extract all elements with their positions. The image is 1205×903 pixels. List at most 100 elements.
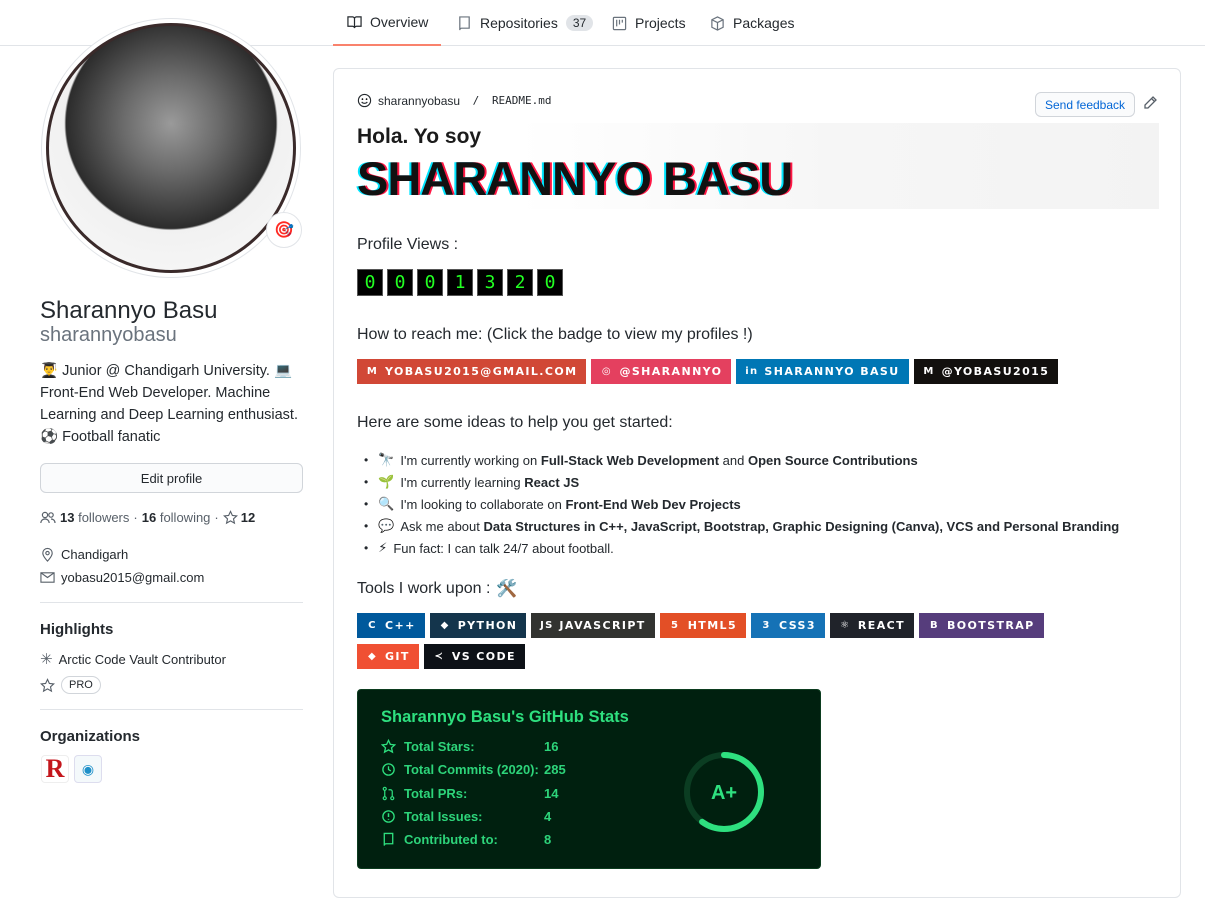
- badge-javascript[interactable]: JS JAVASCRIPT: [531, 613, 655, 638]
- tab-overview[interactable]: Overview: [333, 0, 441, 46]
- badge-vs-code[interactable]: ≺ VS CODE: [423, 644, 525, 669]
- profile-login: sharannyobasu: [40, 324, 177, 346]
- idea-emoji-icon: 🔭: [378, 452, 395, 467]
- send-feedback-button[interactable]: Send feedback: [1035, 92, 1135, 117]
- profile-views-counter: 0001320: [357, 269, 563, 296]
- tab-label: Packages: [733, 15, 795, 31]
- badge-logo-icon: 5: [671, 620, 680, 631]
- email: yobasu2015@gmail.com: [40, 570, 204, 585]
- badge-logo-icon: JS: [540, 620, 554, 631]
- edit-profile-button[interactable]: Edit profile: [40, 463, 303, 493]
- idea-bold: Full-Stack Web Development: [540, 452, 720, 468]
- location: Chandigarh: [40, 547, 128, 562]
- org-logo-opensource[interactable]: ◉: [74, 755, 102, 783]
- followers-label: followers: [78, 510, 130, 525]
- stats-title: Sharannyo Basu's GitHub Stats: [381, 708, 629, 726]
- badge-logo-icon: B: [929, 620, 939, 631]
- stat-row: Total Stars: 16: [381, 739, 558, 754]
- issue-icon: [382, 810, 395, 823]
- followers-link[interactable]: 13 followers: [60, 510, 129, 525]
- tab-label: Projects: [635, 15, 686, 31]
- stat-label-text: Contributed to:: [404, 832, 498, 848]
- badge-logo-icon: M: [366, 366, 379, 377]
- idea-emoji-icon: 🔍: [378, 496, 395, 511]
- location-text: Chandigarh: [61, 547, 129, 562]
- pro-badge: PRO: [61, 676, 101, 694]
- highlight-vault: ✳ Arctic Code Vault Contributor: [40, 650, 226, 668]
- grade-ring: A+: [684, 752, 764, 832]
- status-emoji[interactable]: 🎯: [266, 212, 302, 248]
- view-digit: 1: [447, 269, 473, 296]
- idea-text: Fun fact: I can talk 24/7 about football…: [393, 540, 614, 556]
- stat-row: Total Issues: 4: [381, 809, 551, 824]
- badge-label: @YOBASU2015: [941, 365, 1050, 378]
- package-icon: [711, 15, 724, 31]
- following-label: following: [159, 510, 211, 525]
- view-digit: 0: [357, 269, 383, 296]
- badge-label: @SHARANNYO: [619, 365, 723, 378]
- tab-packages[interactable]: Packages: [710, 0, 794, 46]
- badge-label: VS CODE: [451, 650, 516, 663]
- tab-label: Overview: [370, 14, 429, 30]
- stat-label-text: Total PRs:: [404, 785, 468, 801]
- email-link[interactable]: yobasu2015@gmail.com: [61, 570, 204, 585]
- stat-row: Contributed to: 8: [381, 832, 551, 847]
- badge-logo-icon: ◆: [367, 651, 378, 662]
- view-digit: 2: [507, 269, 533, 296]
- repo-count-badge: 37: [565, 15, 594, 31]
- hero-name: SHARANNYO BASU: [357, 152, 793, 205]
- badge-sharannyo[interactable]: ◎ @SHARANNYO: [591, 359, 732, 384]
- stat-value: 16: [544, 739, 559, 754]
- badge-logo-icon: in: [745, 366, 759, 377]
- stat-value: 4: [544, 808, 552, 824]
- highlight-pro: PRO: [40, 676, 101, 694]
- star-icon: [40, 677, 55, 692]
- tab-projects[interactable]: Projects: [612, 0, 686, 46]
- badge-sharannyo-basu[interactable]: in SHARANNYO BASU: [736, 359, 909, 384]
- bio-line: Front-End Web Developer. Machine: [40, 385, 271, 401]
- vault-link[interactable]: Arctic Code Vault Contributor: [59, 652, 226, 667]
- view-digit: 0: [537, 269, 563, 296]
- badge-yobasu2015-gmail-com[interactable]: M YOBASU2015@GMAIL.COM: [357, 359, 587, 384]
- organizations-heading: Organizations: [40, 728, 141, 745]
- badge-git[interactable]: ◆ GIT: [357, 644, 419, 669]
- badge-logo-icon: ◆: [440, 620, 450, 631]
- tab-repositories[interactable]: Repositories 37: [457, 0, 594, 46]
- tools-label: Tools I work upon :: [357, 580, 491, 597]
- stat-value: 14: [544, 785, 559, 801]
- badge-c[interactable]: C C++: [357, 613, 425, 638]
- idea-bold: Front-End Web Dev Projects: [565, 496, 741, 512]
- location-icon: [42, 547, 53, 562]
- stars-link[interactable]: 12: [222, 510, 255, 525]
- stat-value: 8: [544, 832, 552, 848]
- divider: [40, 602, 303, 603]
- separator: ·: [133, 510, 138, 525]
- badge-label: REACT: [857, 619, 905, 632]
- avatar-frame[interactable]: [41, 18, 301, 278]
- stat-value: 285: [544, 762, 566, 778]
- badge-python[interactable]: ◆ PYTHON: [429, 613, 527, 638]
- badge-css3[interactable]: 3 CSS3: [751, 613, 825, 638]
- readme-user-link[interactable]: sharannyobasu: [378, 94, 460, 108]
- following-link[interactable]: 16 following: [142, 510, 211, 525]
- stat-label: Total Stars:: [381, 739, 544, 754]
- org-logo-r[interactable]: R: [41, 754, 69, 783]
- readme-hero-banner: Hola. Yo soy SHARANNYO BASU: [357, 123, 1159, 209]
- idea-text: I'm currently learning: [400, 474, 525, 490]
- pencil-icon[interactable]: [1142, 95, 1158, 111]
- badge-label: JAVASCRIPT: [559, 619, 646, 632]
- badge-logo-icon: C: [368, 620, 377, 631]
- badge-yobasu2015[interactable]: M @YOBASU2015: [913, 359, 1059, 384]
- badge-html5[interactable]: 5 HTML5: [659, 613, 747, 638]
- badge-label: YOBASU2015@GMAIL.COM: [385, 365, 578, 378]
- badge-logo-icon: ⚛: [840, 620, 851, 631]
- smiley-icon: [357, 93, 372, 108]
- people-icon: [40, 511, 56, 523]
- profile-views-label: Profile Views :: [357, 236, 459, 253]
- readme-path: sharannyobasu / README.md: [357, 93, 552, 108]
- contact-badges: M YOBASU2015@GMAIL.COM ◎ @SHARANNYO in SHARAN…: [357, 359, 1059, 384]
- tab-label: Repositories: [480, 15, 558, 31]
- badge-react[interactable]: ⚛ REACT: [829, 613, 914, 638]
- idea-bold: Open Source Contributions: [747, 452, 918, 468]
- badge-bootstrap[interactable]: B BOOTSTRAP: [918, 613, 1044, 638]
